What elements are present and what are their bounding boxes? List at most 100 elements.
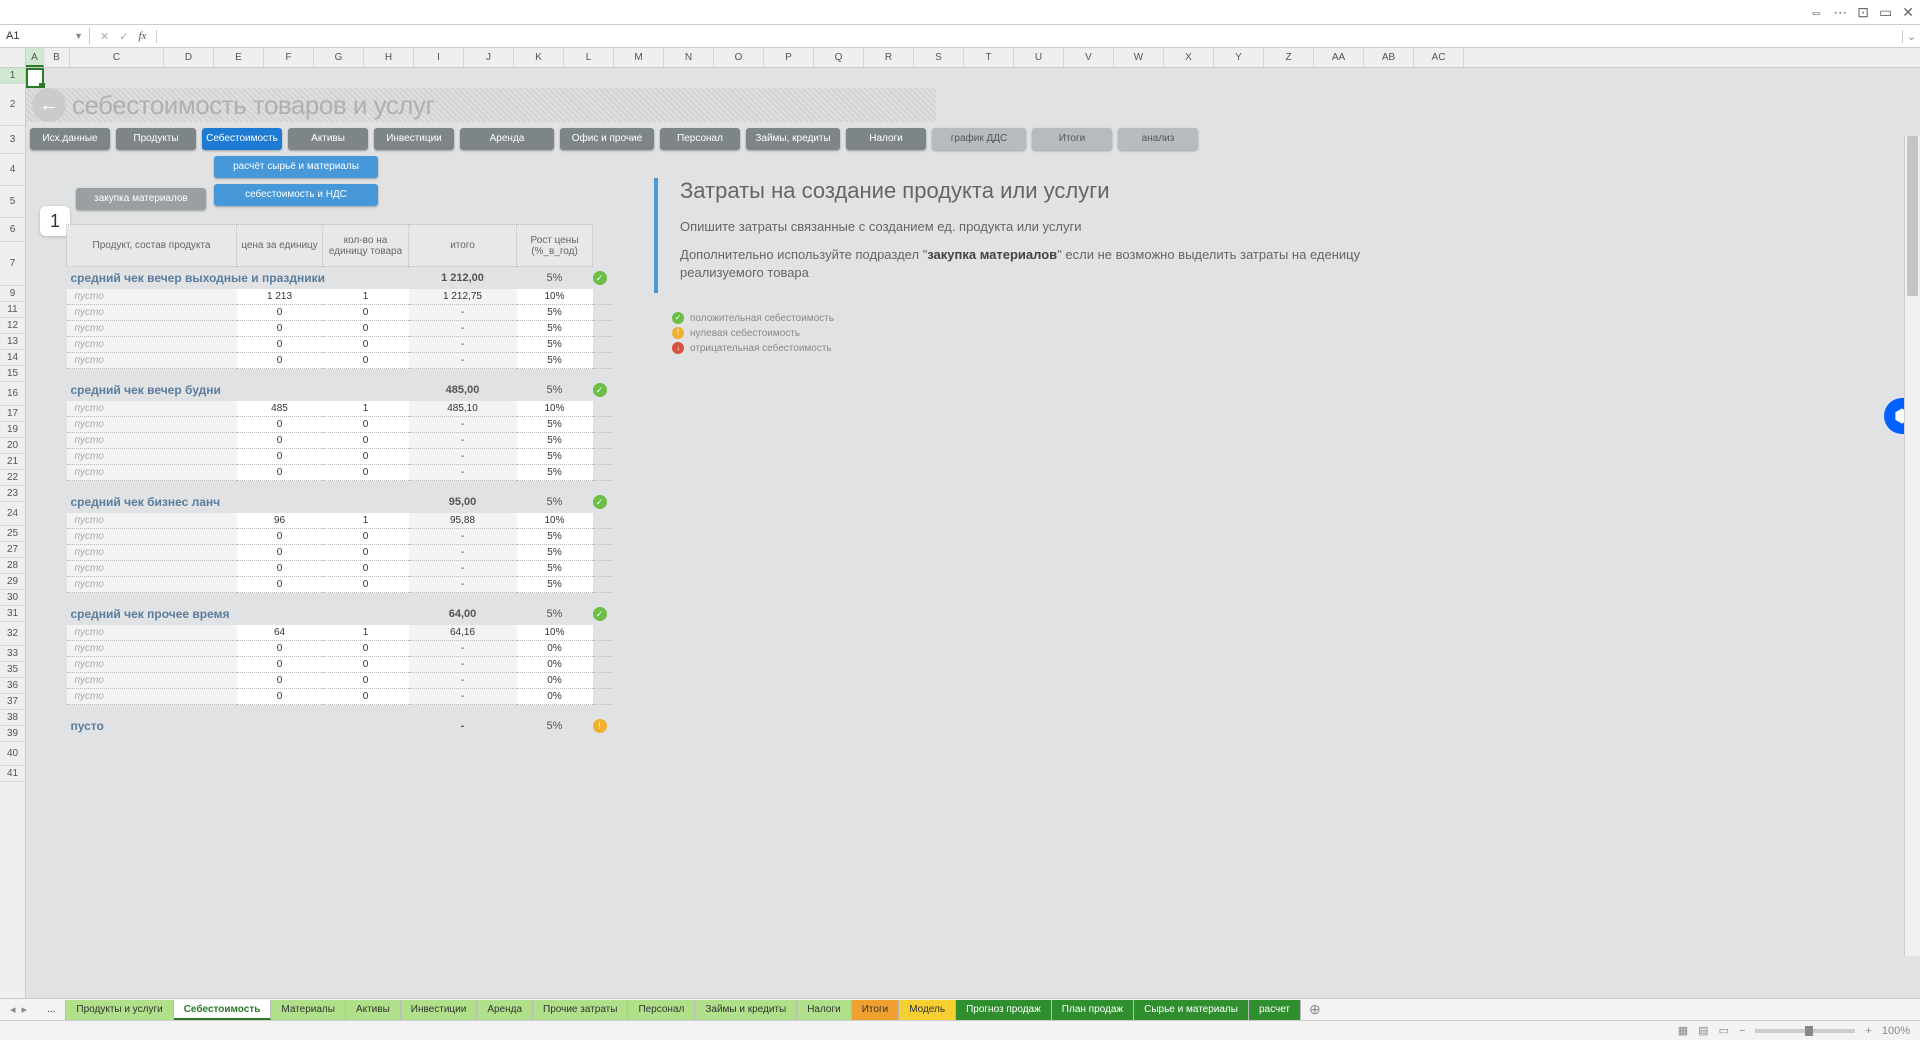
qty-cell[interactable]: 0 <box>323 529 409 545</box>
view-normal-icon[interactable]: ▦ <box>1678 1024 1688 1037</box>
price-cell[interactable]: 0 <box>237 449 323 465</box>
row-header[interactable]: 12 <box>0 318 25 334</box>
price-cell[interactable]: 0 <box>237 417 323 433</box>
price-cell[interactable]: 1 213 <box>237 289 323 305</box>
growth-cell[interactable]: 5% <box>517 561 593 577</box>
purchase-materials-button[interactable]: закупка материалов <box>76 188 206 210</box>
row-header[interactable]: 40 <box>0 742 25 766</box>
minimize-icon[interactable]: ⊡ <box>1857 4 1869 21</box>
price-cell[interactable]: 0 <box>237 689 323 705</box>
nav-button[interactable]: анализ <box>1118 128 1198 150</box>
table-row[interactable]: пусто00-0% <box>67 689 613 705</box>
growth-cell[interactable]: 0% <box>517 673 593 689</box>
row-header[interactable]: 30 <box>0 590 25 606</box>
row-header[interactable]: 9 <box>0 286 25 302</box>
price-cell[interactable]: 0 <box>237 641 323 657</box>
fx-icon[interactable]: fx <box>138 30 146 42</box>
table-row[interactable]: пусто00-5% <box>67 465 613 481</box>
row-header[interactable]: 6 <box>0 218 25 242</box>
qty-cell[interactable]: 0 <box>323 641 409 657</box>
table-row[interactable]: пусто00-5% <box>67 449 613 465</box>
sheet-tab[interactable]: Прогноз продаж <box>956 1000 1052 1020</box>
table-row[interactable]: пусто96195,8810% <box>67 513 613 529</box>
sheet-tab[interactable]: Материалы <box>271 1000 346 1020</box>
sheet-tab[interactable]: План продаж <box>1052 1000 1134 1020</box>
row-header[interactable]: 23 <box>0 486 25 502</box>
table-row[interactable]: пусто00-5% <box>67 353 613 369</box>
nav-button[interactable]: Офис и прочие <box>560 128 654 150</box>
column-header[interactable]: J <box>464 48 514 67</box>
growth-cell[interactable]: 5% <box>517 465 593 481</box>
qty-cell[interactable]: 0 <box>323 465 409 481</box>
growth-cell[interactable]: 5% <box>517 577 593 593</box>
sheet-tab[interactable]: Прочие затраты <box>533 1000 628 1020</box>
row-header[interactable]: 13 <box>0 334 25 350</box>
growth-cell[interactable]: 5% <box>517 321 593 337</box>
row-header[interactable]: 5 <box>0 186 25 218</box>
qty-cell[interactable]: 0 <box>323 689 409 705</box>
row-header[interactable]: 20 <box>0 438 25 454</box>
table-row[interactable]: пусто00-0% <box>67 641 613 657</box>
row-label[interactable]: пусто <box>67 433 237 449</box>
qty-cell[interactable]: 0 <box>323 353 409 369</box>
row-label[interactable]: пусто <box>67 465 237 481</box>
table-row[interactable]: пусто00-0% <box>67 657 613 673</box>
nav-button[interactable]: график ДДС <box>932 128 1026 150</box>
sheet-tab[interactable]: Персонал <box>628 1000 695 1020</box>
table-row[interactable]: пусто00-5% <box>67 561 613 577</box>
row-header[interactable]: 35 <box>0 662 25 678</box>
qty-cell[interactable]: 0 <box>323 673 409 689</box>
sheet-tab[interactable]: Сырье и материалы <box>1134 1000 1249 1020</box>
sheet-tab[interactable]: Активы <box>346 1000 401 1020</box>
table-row[interactable]: пусто00-5% <box>67 305 613 321</box>
column-header[interactable]: B <box>44 48 70 67</box>
row-header[interactable]: 3 <box>0 126 25 154</box>
price-cell[interactable]: 0 <box>237 673 323 689</box>
zoom-level[interactable]: 100% <box>1882 1025 1910 1037</box>
row-header[interactable]: 17 <box>0 406 25 422</box>
qty-cell[interactable]: 0 <box>323 449 409 465</box>
qty-cell[interactable]: 1 <box>323 513 409 529</box>
price-cell[interactable]: 0 <box>237 577 323 593</box>
nav-button[interactable]: Активы <box>288 128 368 150</box>
qty-cell[interactable]: 1 <box>323 289 409 305</box>
table-row[interactable]: пусто00-5% <box>67 337 613 353</box>
row-header[interactable]: 38 <box>0 710 25 726</box>
row-label[interactable]: пусто <box>67 449 237 465</box>
row-header[interactable]: 32 <box>0 622 25 646</box>
spreadsheet-content[interactable]: ← себестоимость товаров и услуг Исх.данн… <box>26 68 1920 998</box>
row-header[interactable]: 21 <box>0 454 25 470</box>
row-label[interactable]: пусто <box>67 561 237 577</box>
price-cell[interactable]: 0 <box>237 321 323 337</box>
column-header[interactable]: L <box>564 48 614 67</box>
price-cell[interactable]: 64 <box>237 625 323 641</box>
price-cell[interactable]: 0 <box>237 465 323 481</box>
zoom-out-button[interactable]: − <box>1739 1025 1745 1037</box>
table-row[interactable]: пусто00-5% <box>67 577 613 593</box>
growth-cell[interactable]: 5% <box>517 305 593 321</box>
scrollbar-thumb[interactable] <box>1907 136 1918 296</box>
row-label[interactable]: пусто <box>67 529 237 545</box>
column-header[interactable]: AC <box>1414 48 1464 67</box>
qty-cell[interactable]: 0 <box>323 657 409 673</box>
column-header[interactable]: T <box>964 48 1014 67</box>
row-header[interactable]: 2 <box>0 84 25 126</box>
sheet-tab[interactable]: Займы и кредиты <box>695 1000 797 1020</box>
qty-cell[interactable]: 0 <box>323 561 409 577</box>
qty-cell[interactable]: 0 <box>323 417 409 433</box>
row-header[interactable]: 19 <box>0 422 25 438</box>
options-icon[interactable]: ⋯ <box>1833 4 1847 21</box>
price-cell[interactable]: 0 <box>237 561 323 577</box>
column-header[interactable]: G <box>314 48 364 67</box>
growth-cell[interactable]: 10% <box>517 401 593 417</box>
price-cell[interactable]: 0 <box>237 433 323 449</box>
table-row[interactable]: пусто00-5% <box>67 417 613 433</box>
column-header[interactable]: W <box>1114 48 1164 67</box>
column-header[interactable]: R <box>864 48 914 67</box>
sub-nav-button[interactable]: себестоимость и НДС <box>214 184 378 206</box>
row-header[interactable]: 14 <box>0 350 25 366</box>
qty-cell[interactable]: 0 <box>323 305 409 321</box>
growth-cell[interactable]: 10% <box>517 625 593 641</box>
nav-button[interactable]: Продукты <box>116 128 196 150</box>
qty-cell[interactable]: 0 <box>323 321 409 337</box>
